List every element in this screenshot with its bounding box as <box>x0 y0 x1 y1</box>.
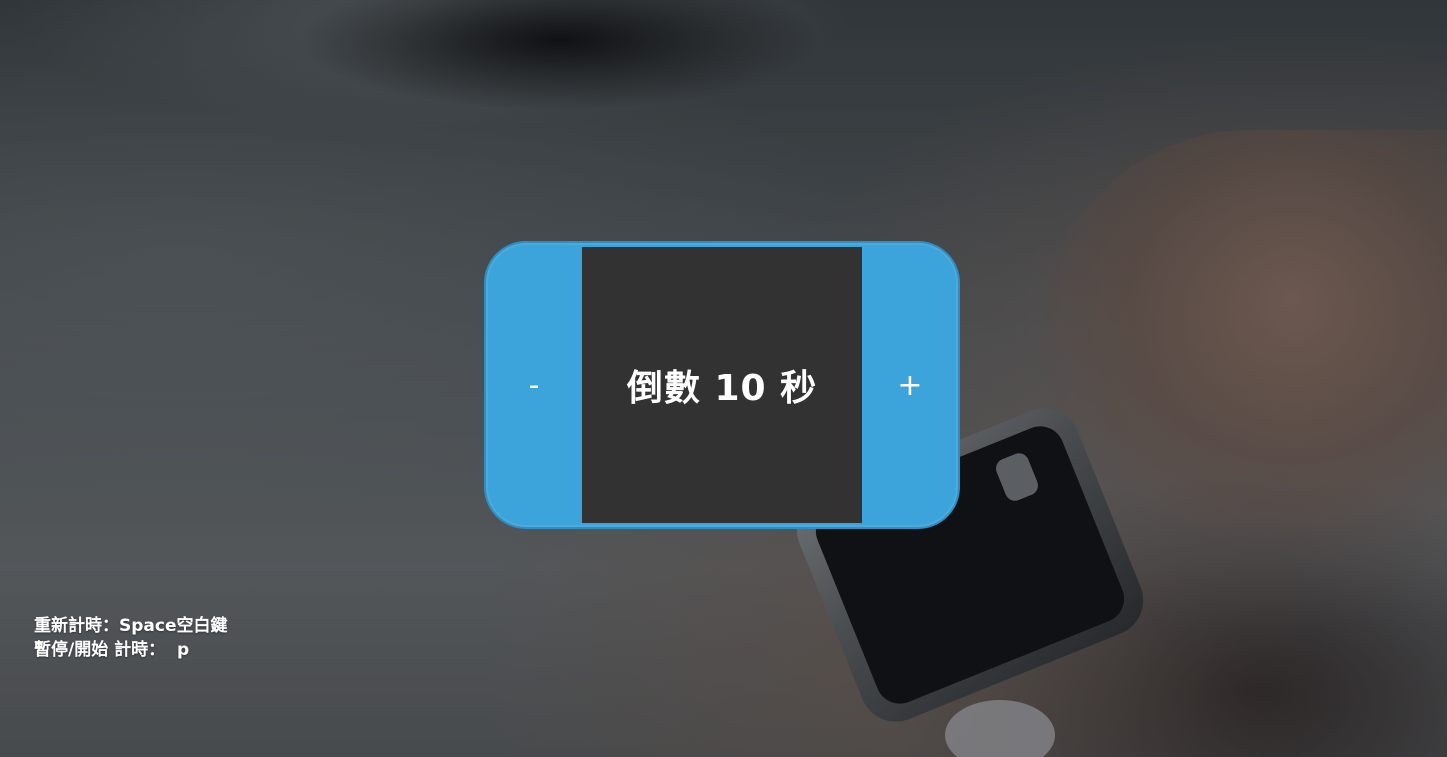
app-stage: - 倒數 10 秒 + 重新計時：Space空白鍵 暫停/開始 計時： p <box>0 0 1447 757</box>
keyboard-help: 重新計時：Space空白鍵 暫停/開始 計時： p <box>34 614 228 662</box>
countdown-display: 倒數 10 秒 <box>582 247 862 523</box>
increment-button[interactable]: + <box>862 243 958 527</box>
decrement-button[interactable]: - <box>486 243 582 527</box>
countdown-timer-widget: - 倒數 10 秒 + <box>484 241 960 529</box>
restart-hint: 重新計時：Space空白鍵 <box>34 616 228 636</box>
pause-hint: 暫停/開始 計時： p <box>34 640 190 660</box>
